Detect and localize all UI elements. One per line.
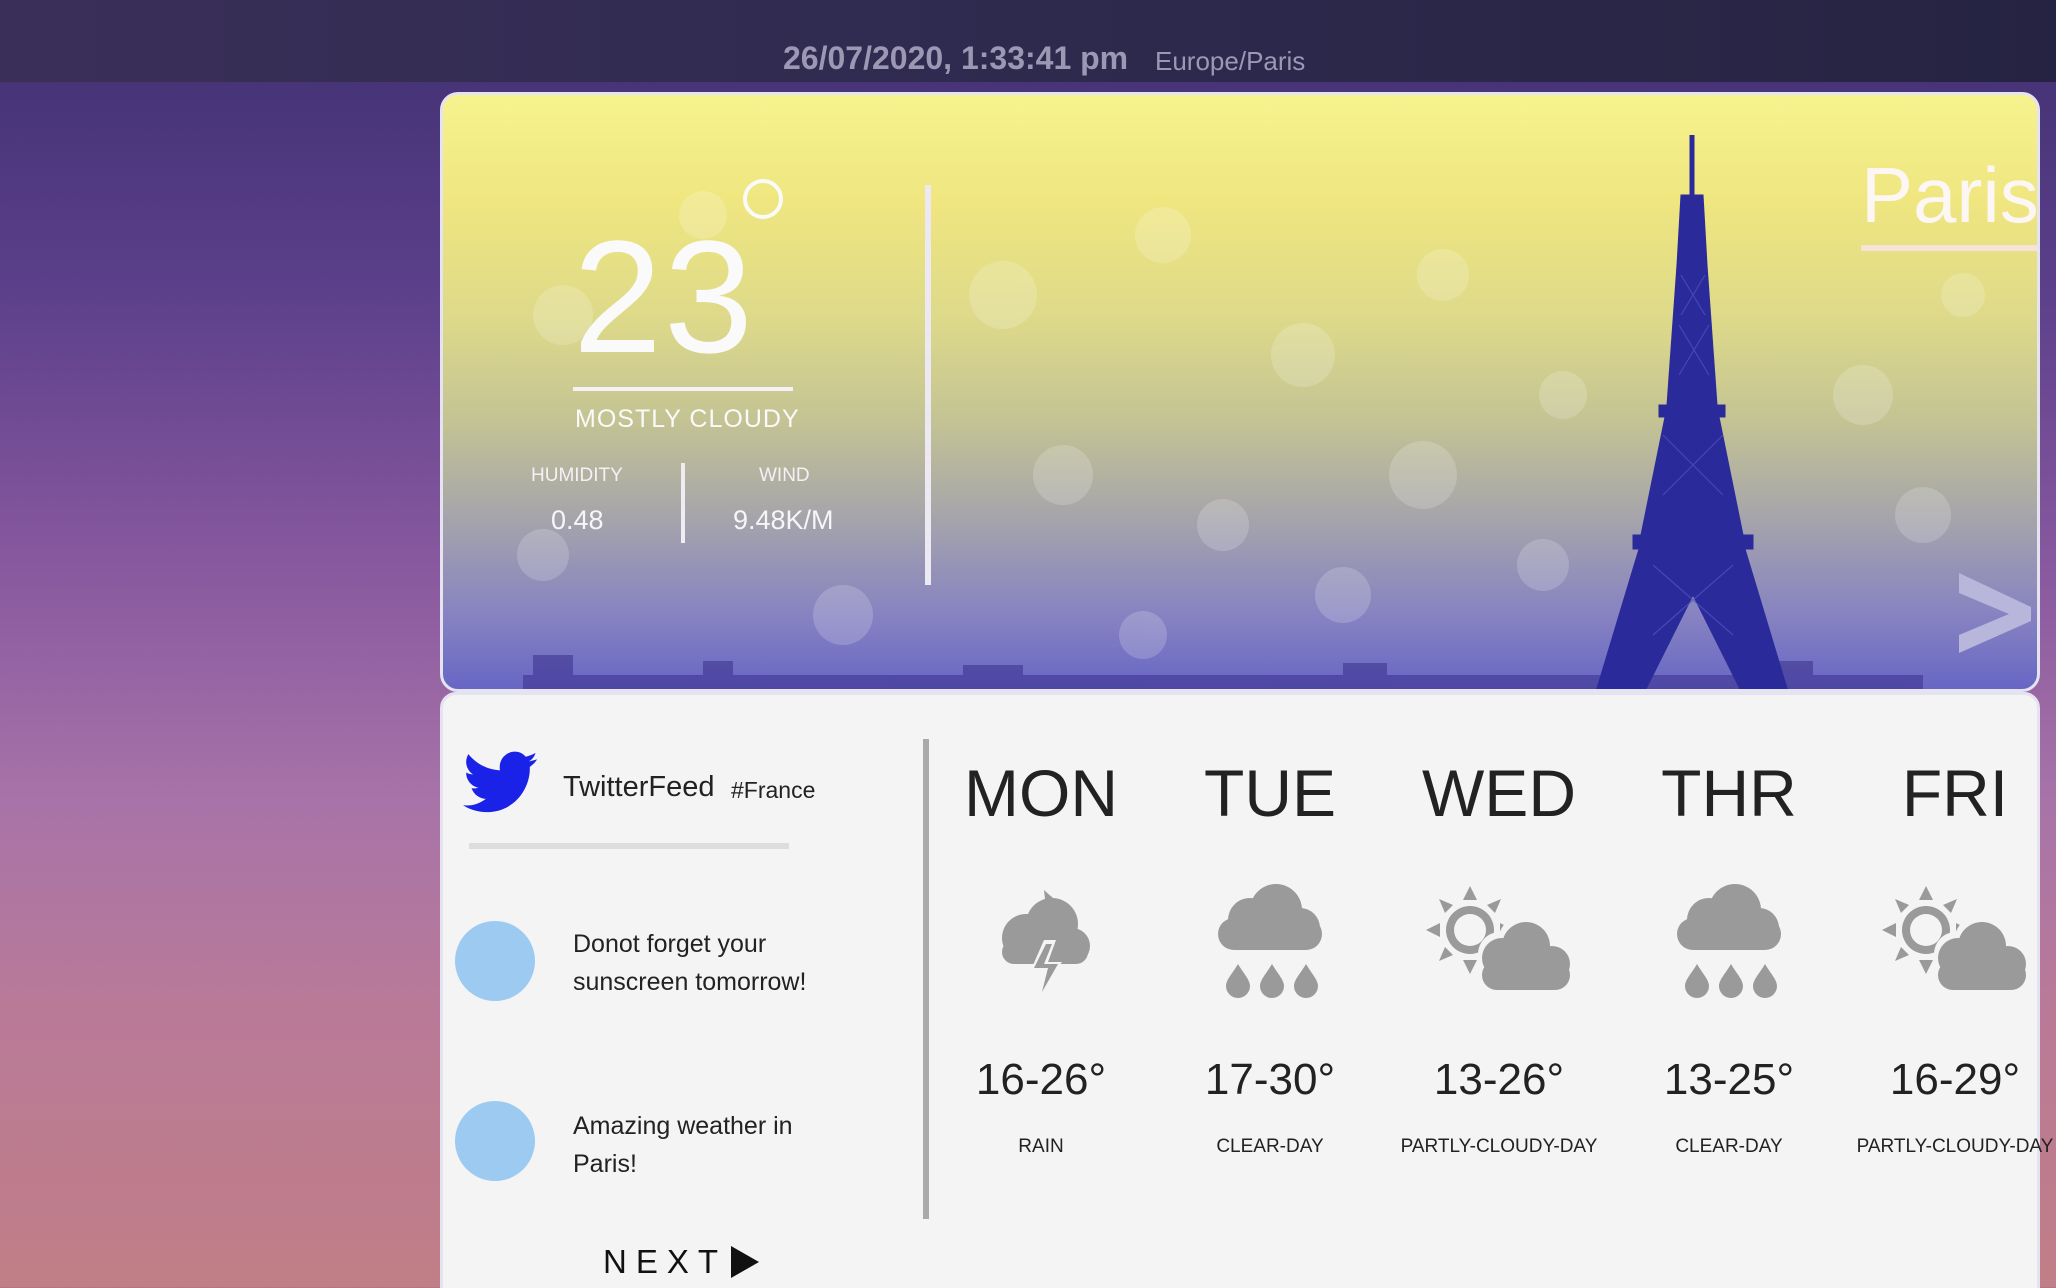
day-name: THR [1661,756,1797,830]
forecast-day: MON 16-26° RAIN [941,755,1141,1171]
next-city-arrow-icon[interactable] [1953,565,2037,655]
twitter-hashtag[interactable]: #France [731,777,815,804]
twitter-divider [469,843,789,849]
day-temperature: 13-25° [1663,1055,1795,1104]
bottom-panel: TwitterFeed #France Donot forget your su… [440,692,2053,1288]
current-temperature: 23 [573,207,755,386]
twitter-feed-title: TwitterFeed [563,771,715,803]
forecast-day: THR 13-25° CLEAR-DAY [1629,755,1829,1171]
forecast-day: WED 13-26° PARTLY-CLOUDY-DAY [1399,755,1599,1171]
day-summary: RAIN [1018,1136,1064,1157]
panel-divider [923,739,929,1219]
rain-cloud-icon [1677,884,1781,998]
day-summary: CLEAR-DAY [1216,1136,1324,1157]
hero-divider [925,185,931,585]
avatar [455,921,535,1001]
city-underline [1861,245,2037,251]
eiffel-tower-image [1596,135,1788,689]
next-label: NEXT [603,1243,728,1280]
thunderstorm-icon [1002,890,1090,1000]
stats-divider [681,463,685,543]
partly-cloudy-icon [1426,886,1570,990]
wind-value: 9.48K/M [733,505,834,535]
day-summary: PARTLY-CLOUDY-DAY [1400,1136,1598,1157]
day-temperature: 13-26° [1433,1055,1565,1104]
rain-cloud-icon [1218,884,1322,998]
date-time: 26/07/2020, 1:33:41 pm [783,40,1129,76]
wind-label: WIND [759,465,810,486]
forecast-day: FRI 16-29° PARTLY-CLOUDY-DAY [1855,755,2055,1171]
day-summary: CLEAR-DAY [1675,1136,1783,1157]
humidity-value: 0.48 [551,505,604,535]
day-name: MON [964,756,1118,830]
twitter-bird-icon[interactable] [463,750,539,816]
day-temperature: 16-29° [1889,1055,2021,1104]
play-icon [731,1246,760,1278]
partly-cloudy-icon [1882,886,2026,990]
day-name: FRI [1901,756,2009,830]
day-temperature: 17-30° [1204,1055,1336,1104]
tweet-text: Amazing weather in Paris! [573,1112,793,1178]
degree-icon [743,179,783,219]
humidity-label: HUMIDITY [531,465,623,486]
next-tweets-button[interactable]: NEXT [603,1243,760,1281]
day-name: WED [1422,756,1576,830]
day-name: TUE [1204,756,1336,830]
current-weather-card: 23 MOSTLY CLOUDY HUMIDITY 0.48 WIND 9.48… [440,92,2040,692]
day-temperature: 16-26° [975,1055,1107,1104]
tweet-text: Donot forget your sunscreen tomorrow! [573,930,807,996]
hearts-background [517,191,1985,689]
timezone-label: Europe/Paris [1155,46,1306,76]
city-name: Paris [1861,151,2039,239]
forecast-day: TUE 17-30° CLEAR-DAY [1170,755,1370,1171]
avatar [455,1101,535,1181]
weather-condition: MOSTLY CLOUDY [575,405,800,433]
day-summary: PARTLY-CLOUDY-DAY [1856,1136,2054,1157]
top-bar: 26/07/2020, 1:33:41 pm Europe/Paris [0,0,2056,82]
temperature-divider [573,387,793,391]
